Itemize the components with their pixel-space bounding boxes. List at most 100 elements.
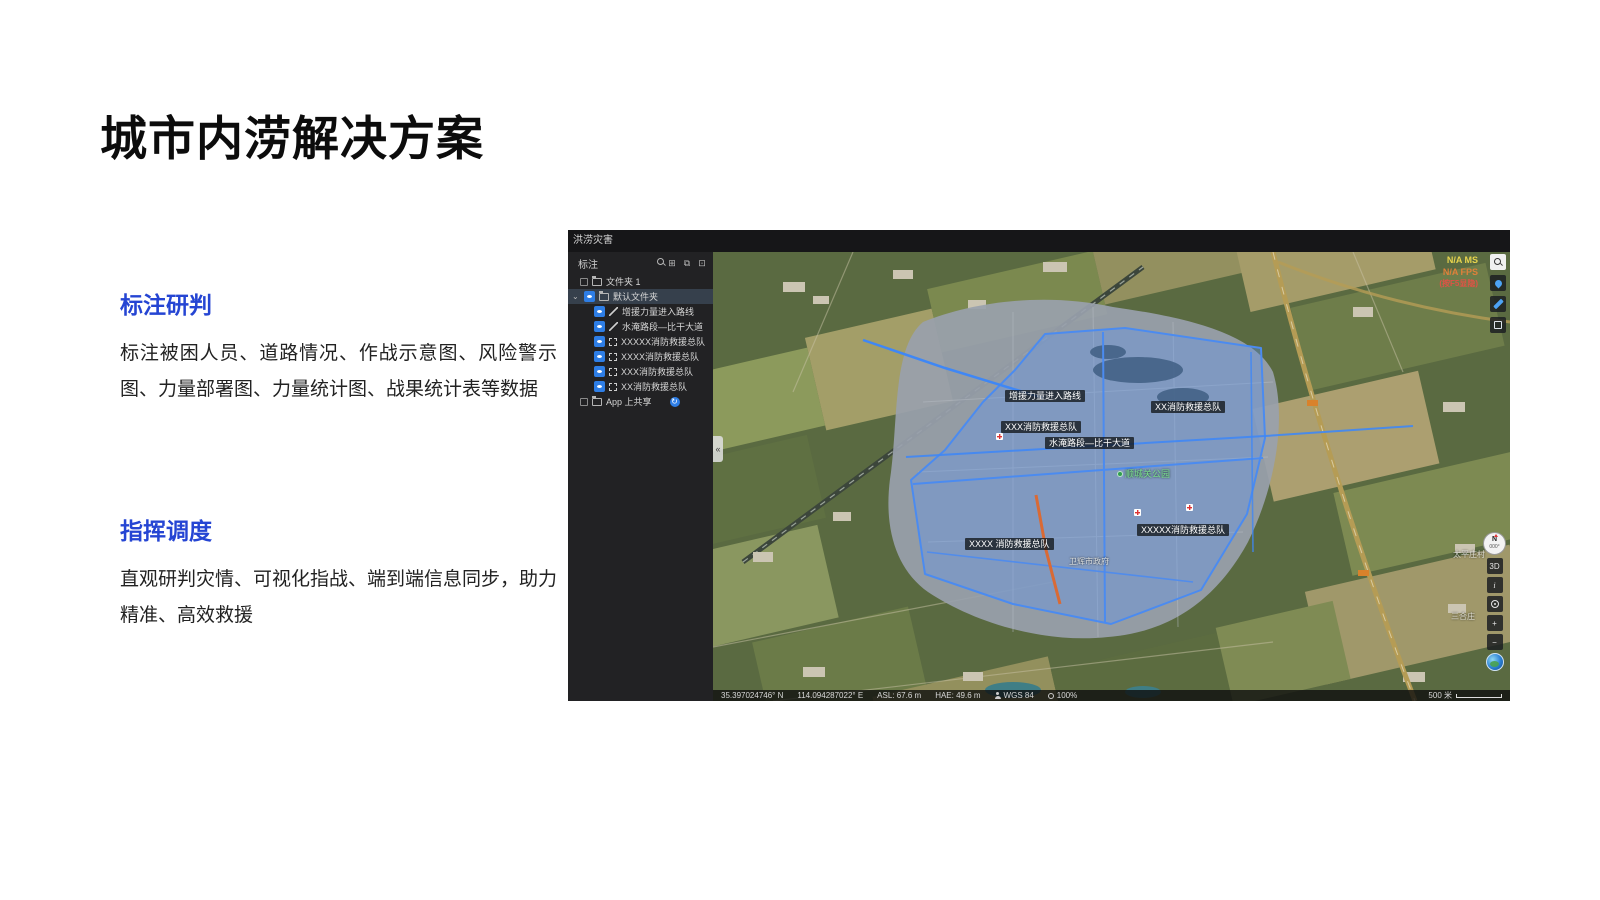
polygon-icon: [609, 368, 617, 376]
performance-hud: N/A MS N/A FPS (按F5显隐): [1439, 254, 1478, 290]
presentation-slide: 城市内涝解决方案 标注研判 标注被困人员、道路情况、作战示意图、风险警示图、力量…: [0, 0, 1600, 900]
compass-control[interactable]: N 000°: [1483, 532, 1506, 555]
compass-degrees: 000°: [1484, 544, 1505, 550]
visibility-eye-icon[interactable]: [594, 351, 605, 362]
marker-tool-button[interactable]: [1490, 275, 1506, 291]
zoom-out-button[interactable]: −: [1487, 634, 1503, 650]
place-label: 太平庄村: [1453, 549, 1485, 560]
panel-collapse-handle[interactable]: «: [713, 436, 723, 462]
layer-label: 水淹路段—比干大道: [622, 320, 703, 333]
latitude-readout: 35.397024746° N: [721, 691, 783, 700]
frame-icon: [1494, 321, 1502, 329]
info-button[interactable]: i: [1487, 577, 1503, 593]
layer-label: App 上共享: [606, 395, 652, 408]
park-poi-label: 顺城关公园: [1117, 467, 1170, 480]
scale-line: [1456, 694, 1502, 698]
zoom-circle-icon: [1048, 693, 1054, 699]
hud-ms: N/A MS: [1439, 254, 1478, 266]
toggle-3d-button[interactable]: 3D: [1487, 558, 1503, 574]
annotation-label[interactable]: XXXX 消防救援总队: [965, 538, 1054, 550]
layer-label: XXXXX消防救援总队: [621, 335, 705, 348]
annotation-label[interactable]: XXXXX消防救援总队: [1137, 524, 1229, 536]
layer-label: 文件夹 1: [606, 275, 641, 288]
polygon-icon: [609, 338, 617, 346]
tree-row-layer[interactable]: XXXX消防救援总队: [568, 349, 713, 364]
annotation-label[interactable]: 水淹路段—比干大道: [1045, 437, 1134, 449]
layer-label: XXXX消防救援总队: [621, 350, 699, 363]
zoom-readout: 100%: [1048, 691, 1077, 700]
search-icon: [1494, 258, 1503, 267]
visibility-eye-icon[interactable]: [594, 321, 605, 332]
visibility-eye-icon[interactable]: [594, 336, 605, 347]
visibility-eye-icon[interactable]: [594, 306, 605, 317]
polygon-icon: [609, 353, 617, 361]
compass-north: N: [1484, 536, 1505, 544]
pin-icon: [1493, 278, 1503, 288]
map-toolbar: [1490, 254, 1506, 333]
layers-panel: 标注 ⊞ ⧉ ⊡ 文件夹 1 ⌄ 默认文件夹: [568, 252, 713, 701]
new-folder-icon[interactable]: ⊡: [697, 258, 707, 268]
chevron-down-icon[interactable]: ⌄: [572, 292, 580, 301]
section-heading: 标注研判: [120, 286, 557, 320]
sync-icon[interactable]: ↻: [670, 397, 680, 407]
map-canvas[interactable]: [713, 252, 1510, 701]
tree-row-layer[interactable]: 水淹路段—比干大道: [568, 319, 713, 334]
compass-needle-icon: [1494, 534, 1498, 537]
folder-icon: [599, 293, 609, 301]
hospital-marker-icon[interactable]: [1134, 509, 1141, 516]
asl-readout: ASL: 67.6 m: [877, 691, 921, 700]
polyline-icon: [609, 322, 618, 331]
measure-tool-button[interactable]: [1490, 296, 1506, 312]
page-title: 城市内涝解决方案: [100, 100, 484, 169]
place-label: 卫辉市政府: [1069, 556, 1109, 567]
checkbox-icon[interactable]: [580, 398, 588, 406]
map-statusbar: 35.397024746° N 114.094287022° E ASL: 67…: [713, 690, 1510, 701]
visibility-eye-icon[interactable]: [584, 291, 595, 302]
locate-icon: [1491, 600, 1499, 608]
panel-header: 标注 ⊞ ⧉ ⊡: [568, 252, 713, 274]
tree-row-layer[interactable]: 增援力量进入路线: [568, 304, 713, 319]
scale-label: 500 米: [1428, 690, 1452, 701]
tree-row-app-share[interactable]: App 上共享 ↻: [568, 394, 713, 409]
tree-row-layer[interactable]: XX消防救援总队: [568, 379, 713, 394]
map-viewport[interactable]: 增援力量进入路线 XX消防救援总队 XXX消防救援总队 水淹路段—比干大道 XX…: [713, 252, 1510, 701]
visibility-eye-icon[interactable]: [594, 381, 605, 392]
app-logo[interactable]: [1486, 653, 1504, 671]
hud-fps: N/A FPS: [1439, 266, 1478, 278]
select-tool-button[interactable]: [1490, 317, 1506, 333]
visibility-eye-icon[interactable]: [594, 366, 605, 377]
app-titlebar: 洪涝灾害: [568, 230, 1510, 252]
search-tool-button[interactable]: [1490, 254, 1506, 270]
person-icon: [995, 692, 1001, 699]
add-layer-icon[interactable]: ⊞: [667, 258, 677, 268]
locate-button[interactable]: [1487, 596, 1503, 612]
hospital-marker-icon[interactable]: [996, 433, 1003, 440]
map-scalebar: 500 米: [1428, 690, 1502, 701]
gis-app-window: 洪涝灾害 标注 ⊞ ⧉ ⊡ 文件夹 1 ⌄: [568, 230, 1510, 701]
section-body: 直观研判灾情、可视化指战、端到端信息同步，助力精准、高效救援: [120, 562, 557, 634]
tree-row-default-folder[interactable]: ⌄ 默认文件夹: [568, 289, 713, 304]
section-annotation: 标注研判 标注被困人员、道路情况、作战示意图、风险警示图、力量部署图、力量统计图…: [120, 286, 557, 408]
hospital-marker-icon[interactable]: [1186, 504, 1193, 511]
checkbox-icon[interactable]: [580, 278, 588, 286]
zoom-in-button[interactable]: +: [1487, 615, 1503, 631]
polyline-icon: [609, 307, 618, 316]
datum-readout: WGS 84: [995, 691, 1034, 700]
tree-row-folder1[interactable]: 文件夹 1: [568, 274, 713, 289]
search-icon[interactable]: [652, 258, 662, 268]
export-icon[interactable]: ⧉: [682, 258, 692, 268]
tree-row-layer[interactable]: XXX消防救援总队: [568, 364, 713, 379]
section-dispatch: 指挥调度 直观研判灾情、可视化指战、端到端信息同步，助力精准、高效救援: [120, 512, 557, 634]
folder-icon: [592, 398, 602, 406]
layer-label: XX消防救援总队: [621, 380, 687, 393]
layer-label: 增援力量进入路线: [622, 305, 694, 318]
tree-row-layer[interactable]: XXXXX消防救援总队: [568, 334, 713, 349]
section-heading: 指挥调度: [120, 512, 557, 546]
annotation-label[interactable]: XXX消防救援总队: [1001, 421, 1081, 433]
annotation-label[interactable]: 增援力量进入路线: [1005, 390, 1085, 402]
layer-tree: 文件夹 1 ⌄ 默认文件夹 增援力量进入路线 水淹路段—比干大道: [568, 274, 713, 409]
annotation-label[interactable]: XX消防救援总队: [1151, 401, 1225, 413]
place-label: 三合庄: [1451, 611, 1475, 622]
panel-title: 标注: [578, 256, 652, 271]
ruler-icon: [1493, 299, 1504, 310]
